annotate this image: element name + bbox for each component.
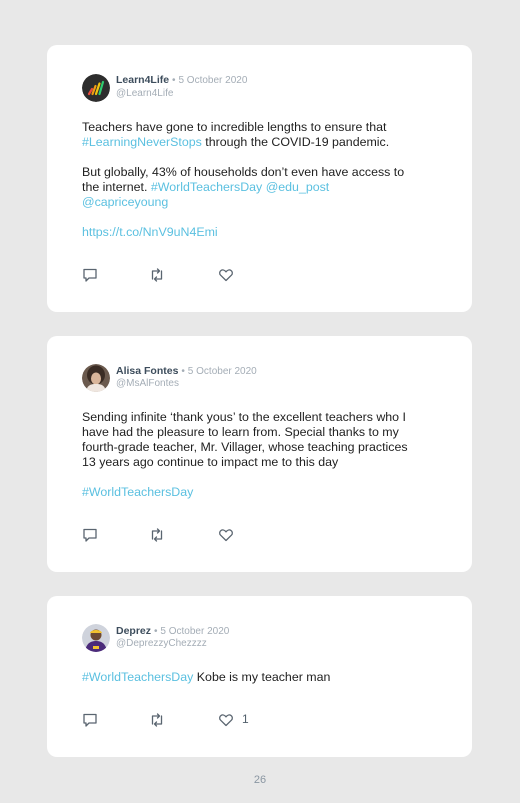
reply-icon[interactable]: [82, 527, 98, 543]
hashtag-link[interactable]: #WorldTeachersDay: [82, 670, 193, 684]
tweet-text-line: @capriceyoung: [82, 195, 447, 210]
retweet-icon[interactable]: [149, 267, 165, 283]
url-link[interactable]: https://t.co/NnV9uN4Emi: [82, 225, 218, 239]
display-name[interactable]: Alisa Fontes: [116, 365, 178, 377]
hashtag-link[interactable]: #WorldTeachersDay: [151, 180, 262, 194]
tweet-date[interactable]: 5 October 2020: [178, 75, 247, 86]
hashtag-link[interactable]: #WorldTeachersDay: [82, 485, 193, 499]
separator-dot: •: [172, 75, 176, 86]
tweet-text-line: 13 years ago continue to impact me to th…: [82, 455, 339, 469]
tweet-card[interactable]: Deprez • 5 October 2020 @DeprezzyChezzzz…: [47, 596, 472, 757]
reply-icon[interactable]: [82, 712, 98, 728]
mention-link[interactable]: @capriceyoung: [82, 195, 168, 209]
like-icon[interactable]: [218, 712, 234, 728]
avatar[interactable]: [82, 364, 110, 392]
tweet-text-line: fourth-grade teacher, Mr. Villager, whos…: [82, 440, 408, 454]
separator-dot: •: [181, 366, 185, 377]
profile-photo-icon: [82, 364, 110, 392]
avatar[interactable]: [82, 624, 110, 652]
tweet-text-line: have had the pleasure to learn from. Spe…: [82, 425, 399, 439]
tweet-card[interactable]: Learn4Life • 5 October 2020 @Learn4Life …: [47, 45, 472, 312]
user-handle[interactable]: @MsAlFontes: [116, 378, 179, 390]
tweet-header: Deprez • 5 October 2020: [116, 625, 229, 638]
mention-link[interactable]: @edu_post: [266, 180, 330, 194]
user-handle[interactable]: @DeprezzyChezzzz: [116, 638, 207, 650]
profile-photo-icon: [82, 624, 110, 652]
separator-dot: •: [153, 626, 158, 637]
like-count: 1: [242, 712, 249, 726]
tweet-text-line: But globally, 43% of households don’t ev…: [82, 165, 405, 179]
page-number: 26: [253, 774, 267, 786]
learn4life-logo-icon: [82, 74, 110, 102]
reply-icon[interactable]: [82, 267, 98, 283]
tweet-date[interactable]: 5 October 2020: [160, 626, 229, 637]
tweet-text-line: #LearningNeverStops through the COVID-19…: [82, 135, 390, 149]
tweet-card[interactable]: Alisa Fontes • 5 October 2020 @MsAlFonte…: [47, 336, 472, 572]
tweet-header: Learn4Life • 5 October 2020: [116, 74, 247, 87]
display-name[interactable]: Learn4Life: [116, 74, 169, 86]
display-name[interactable]: Deprez: [116, 625, 151, 637]
user-handle[interactable]: @Learn4Life: [116, 88, 173, 100]
tweet-text-line: Teachers have gone to incredible lengths…: [82, 120, 387, 134]
like-icon[interactable]: [218, 527, 234, 543]
retweet-icon[interactable]: [149, 712, 165, 728]
tweet-text-line: Sending infinite ‘thank yous’ to the exc…: [82, 410, 406, 424]
like-icon[interactable]: [218, 267, 234, 283]
tweet-text-line: https://t.co/NnV9uN4Emi: [82, 225, 447, 240]
tweet-header: Alisa Fontes • 5 October 2020: [116, 365, 257, 378]
tweet-date[interactable]: 5 October 2020: [188, 366, 257, 377]
retweet-icon[interactable]: [149, 527, 165, 543]
tweet-text-line: #WorldTeachersDay: [82, 485, 447, 500]
tweet-text-line: the internet. #WorldTeachersDay @edu_pos…: [82, 180, 330, 194]
tweet-text-line: #WorldTeachersDay Kobe is my teacher man: [82, 670, 331, 684]
avatar[interactable]: [82, 74, 110, 102]
hashtag-link[interactable]: #LearningNeverStops: [82, 135, 202, 149]
